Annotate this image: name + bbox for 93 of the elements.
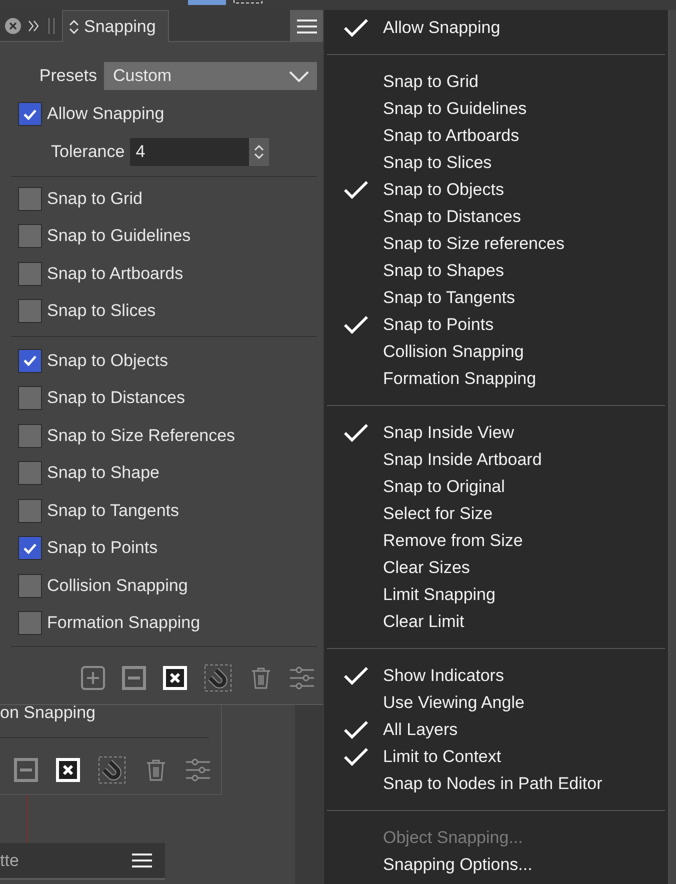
menu-item[interactable]: Snapping Options... (324, 851, 668, 878)
checkbox-label: Snap to Size References (47, 426, 236, 446)
checkmark-icon (343, 666, 369, 686)
checkbox-label: Formation Snapping (47, 613, 200, 634)
checkbox[interactable] (18, 461, 42, 486)
menu-item[interactable]: Use Viewing Angle (324, 689, 668, 716)
checkbox-label: Snap to Points (47, 538, 158, 558)
checkbox-label: Snap to Grid (47, 188, 142, 209)
checkbox[interactable] (18, 186, 42, 211)
presets-label: Presets (38, 66, 97, 86)
trash-icon[interactable] (144, 758, 168, 782)
panel-menu-button[interactable] (290, 10, 323, 42)
remove-box-icon[interactable] (14, 758, 38, 782)
menu-item[interactable]: Clear Limit (324, 608, 668, 635)
magnet-icon[interactable] (204, 664, 232, 692)
checkbox-label: Snap to Objects (47, 350, 168, 371)
dashed-box-icon[interactable] (233, 0, 263, 4)
checkmark-icon (343, 746, 369, 766)
menu-item[interactable]: Snap to Distances (324, 203, 668, 230)
menu-item[interactable]: Clear Sizes (324, 554, 668, 581)
checkbox-label: Snap to Guidelines (47, 226, 191, 246)
menu-item[interactable]: Limit to Context (324, 743, 668, 770)
menu-item[interactable]: Allow Snapping (324, 14, 668, 41)
checkbox[interactable] (18, 536, 42, 560)
menu-item[interactable]: Remove from Size (324, 527, 668, 554)
tolerance-label: Tolerance (51, 142, 125, 162)
menu-item[interactable]: Snap to Points (324, 311, 668, 338)
menu-item[interactable]: Snap to Slices (324, 149, 668, 176)
checkmark-icon (343, 422, 369, 442)
checkmark-icon (23, 108, 37, 120)
menu-item[interactable]: Snap to Nodes in Path Editor (324, 770, 668, 797)
magnet-icon[interactable] (98, 756, 126, 784)
menu-item[interactable]: Snap Inside View (324, 419, 668, 446)
menu-item[interactable]: Snap to Grid (324, 68, 668, 95)
double-chevron-icon[interactable] (28, 20, 39, 32)
checkbox-label: Snap to Artboards (47, 264, 184, 284)
tolerance-input[interactable]: 4 (130, 138, 249, 166)
sliders-icon[interactable] (186, 758, 210, 782)
checkbox[interactable] (18, 424, 42, 448)
up-down-arrows-icon (254, 145, 264, 159)
menu-item[interactable]: Select for Size (324, 500, 668, 527)
spinner-button[interactable] (248, 138, 269, 166)
menu-item[interactable]: Show Indicators (324, 662, 668, 689)
trash-icon[interactable] (249, 666, 273, 690)
checkbox-label: Snap to Tangents (47, 500, 180, 521)
checkmark-icon (23, 542, 37, 554)
checkmark-icon (343, 314, 369, 334)
checkbox-label: Allow Snapping (47, 104, 164, 124)
panel-title: tte (0, 850, 19, 870)
checkbox[interactable] (18, 348, 42, 373)
checkmark-icon (343, 18, 369, 38)
checkbox[interactable] (18, 498, 42, 523)
checkbox-label: Snap to Slices (47, 301, 156, 322)
presets-dropdown[interactable]: Custom (104, 62, 317, 90)
menu-item[interactable]: Limit Snapping (324, 581, 668, 608)
checkmark-icon (343, 720, 369, 740)
menu-icon[interactable] (296, 18, 316, 34)
checkmark-icon (343, 180, 369, 200)
checkbox[interactable] (18, 262, 42, 286)
menu-item[interactable]: Snap to Guidelines (324, 95, 668, 122)
chevron-down-icon (289, 70, 309, 82)
up-down-arrows-icon (69, 20, 79, 34)
remove-box-icon[interactable] (122, 666, 146, 690)
add-box-icon[interactable] (81, 666, 105, 690)
panel-title: on Snapping (0, 705, 96, 721)
menu-item[interactable]: Snap to Original (324, 473, 668, 500)
sliders-icon[interactable] (290, 666, 314, 690)
checkbox[interactable] (18, 611, 42, 636)
menu-item[interactable]: Snap to Size references (324, 230, 668, 257)
checkbox[interactable] (18, 386, 42, 410)
guide-line (27, 795, 28, 843)
checkmark-icon (23, 355, 37, 366)
menu-item[interactable]: All Layers (324, 716, 668, 743)
grip-icon[interactable] (48, 18, 55, 34)
menu-item[interactable]: Snap to Shapes (324, 257, 668, 284)
checkbox[interactable] (18, 224, 42, 248)
checkbox[interactable] (18, 299, 42, 324)
menu-item[interactable]: Snap to Objects (324, 176, 668, 203)
checkbox[interactable] (18, 574, 42, 598)
checkbox[interactable] (18, 102, 42, 126)
close-icon[interactable] (5, 18, 21, 34)
close-box-icon[interactable] (56, 758, 80, 782)
checkbox-label: Collision Snapping (47, 576, 188, 596)
checkbox-label: Snap to Distances (47, 388, 185, 408)
menu-icon[interactable] (132, 853, 152, 868)
menu-item[interactable]: Snap Inside Artboard (324, 446, 668, 473)
menu-item[interactable]: Formation Snapping (324, 365, 668, 392)
menu-item[interactable]: Collision Snapping (324, 338, 668, 365)
checkbox-label: Snap to Shape (47, 463, 160, 484)
menu-item[interactable]: Snap to Tangents (324, 284, 668, 311)
panel-tab[interactable]: Snapping (62, 10, 169, 42)
close-box-icon[interactable] (163, 666, 187, 690)
menu-item[interactable]: Snap to Artboards (324, 122, 668, 149)
